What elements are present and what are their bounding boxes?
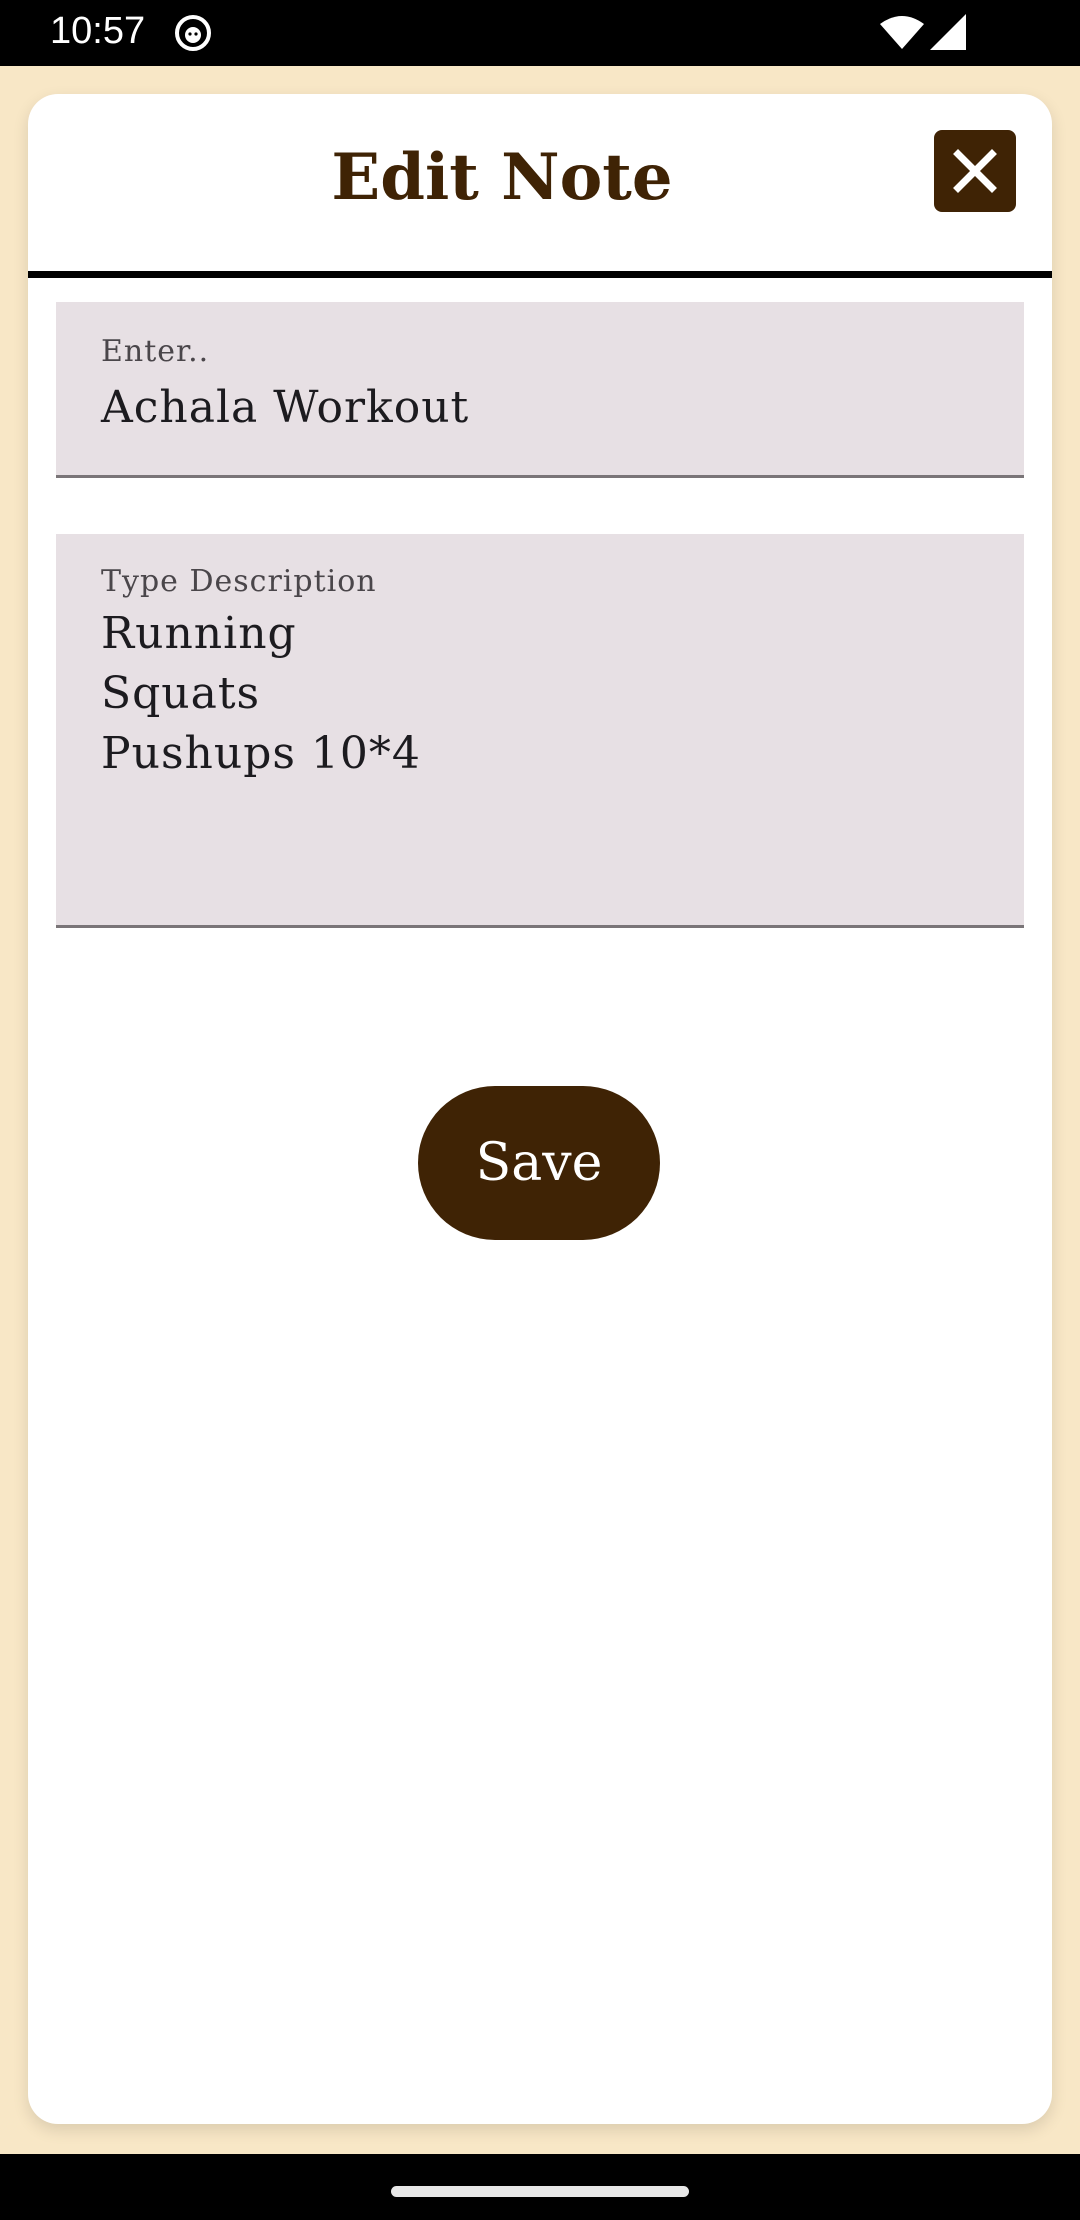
wifi-icon: [880, 16, 924, 49]
app-notification-icon: [175, 15, 211, 51]
close-button[interactable]: [934, 130, 1016, 212]
status-bar: 10:57: [0, 0, 1080, 66]
note-description-field[interactable]: Type Description Running Squats Pushups …: [56, 534, 1024, 928]
close-icon: [953, 149, 997, 193]
note-title-value[interactable]: Achala Workout: [101, 382, 469, 433]
note-title-label: Enter..: [101, 334, 210, 369]
header-divider: [28, 271, 1052, 278]
status-time: 10:57: [50, 10, 146, 52]
edit-note-dialog: Edit Note Enter.. Achala Workout Type De…: [28, 94, 1052, 2124]
description-line: Pushups 10*4: [101, 728, 421, 779]
description-line: Squats: [101, 668, 261, 719]
note-description-value[interactable]: Running Squats Pushups 10*4: [101, 604, 421, 784]
home-indicator[interactable]: [391, 2186, 689, 2197]
description-line: Running: [101, 608, 297, 659]
signal-icon: [930, 14, 966, 50]
save-button[interactable]: Save: [418, 1086, 660, 1240]
dialog-title: Edit Note: [331, 140, 673, 215]
note-description-label: Type Description: [101, 564, 377, 599]
note-title-field[interactable]: Enter.. Achala Workout: [56, 302, 1024, 478]
